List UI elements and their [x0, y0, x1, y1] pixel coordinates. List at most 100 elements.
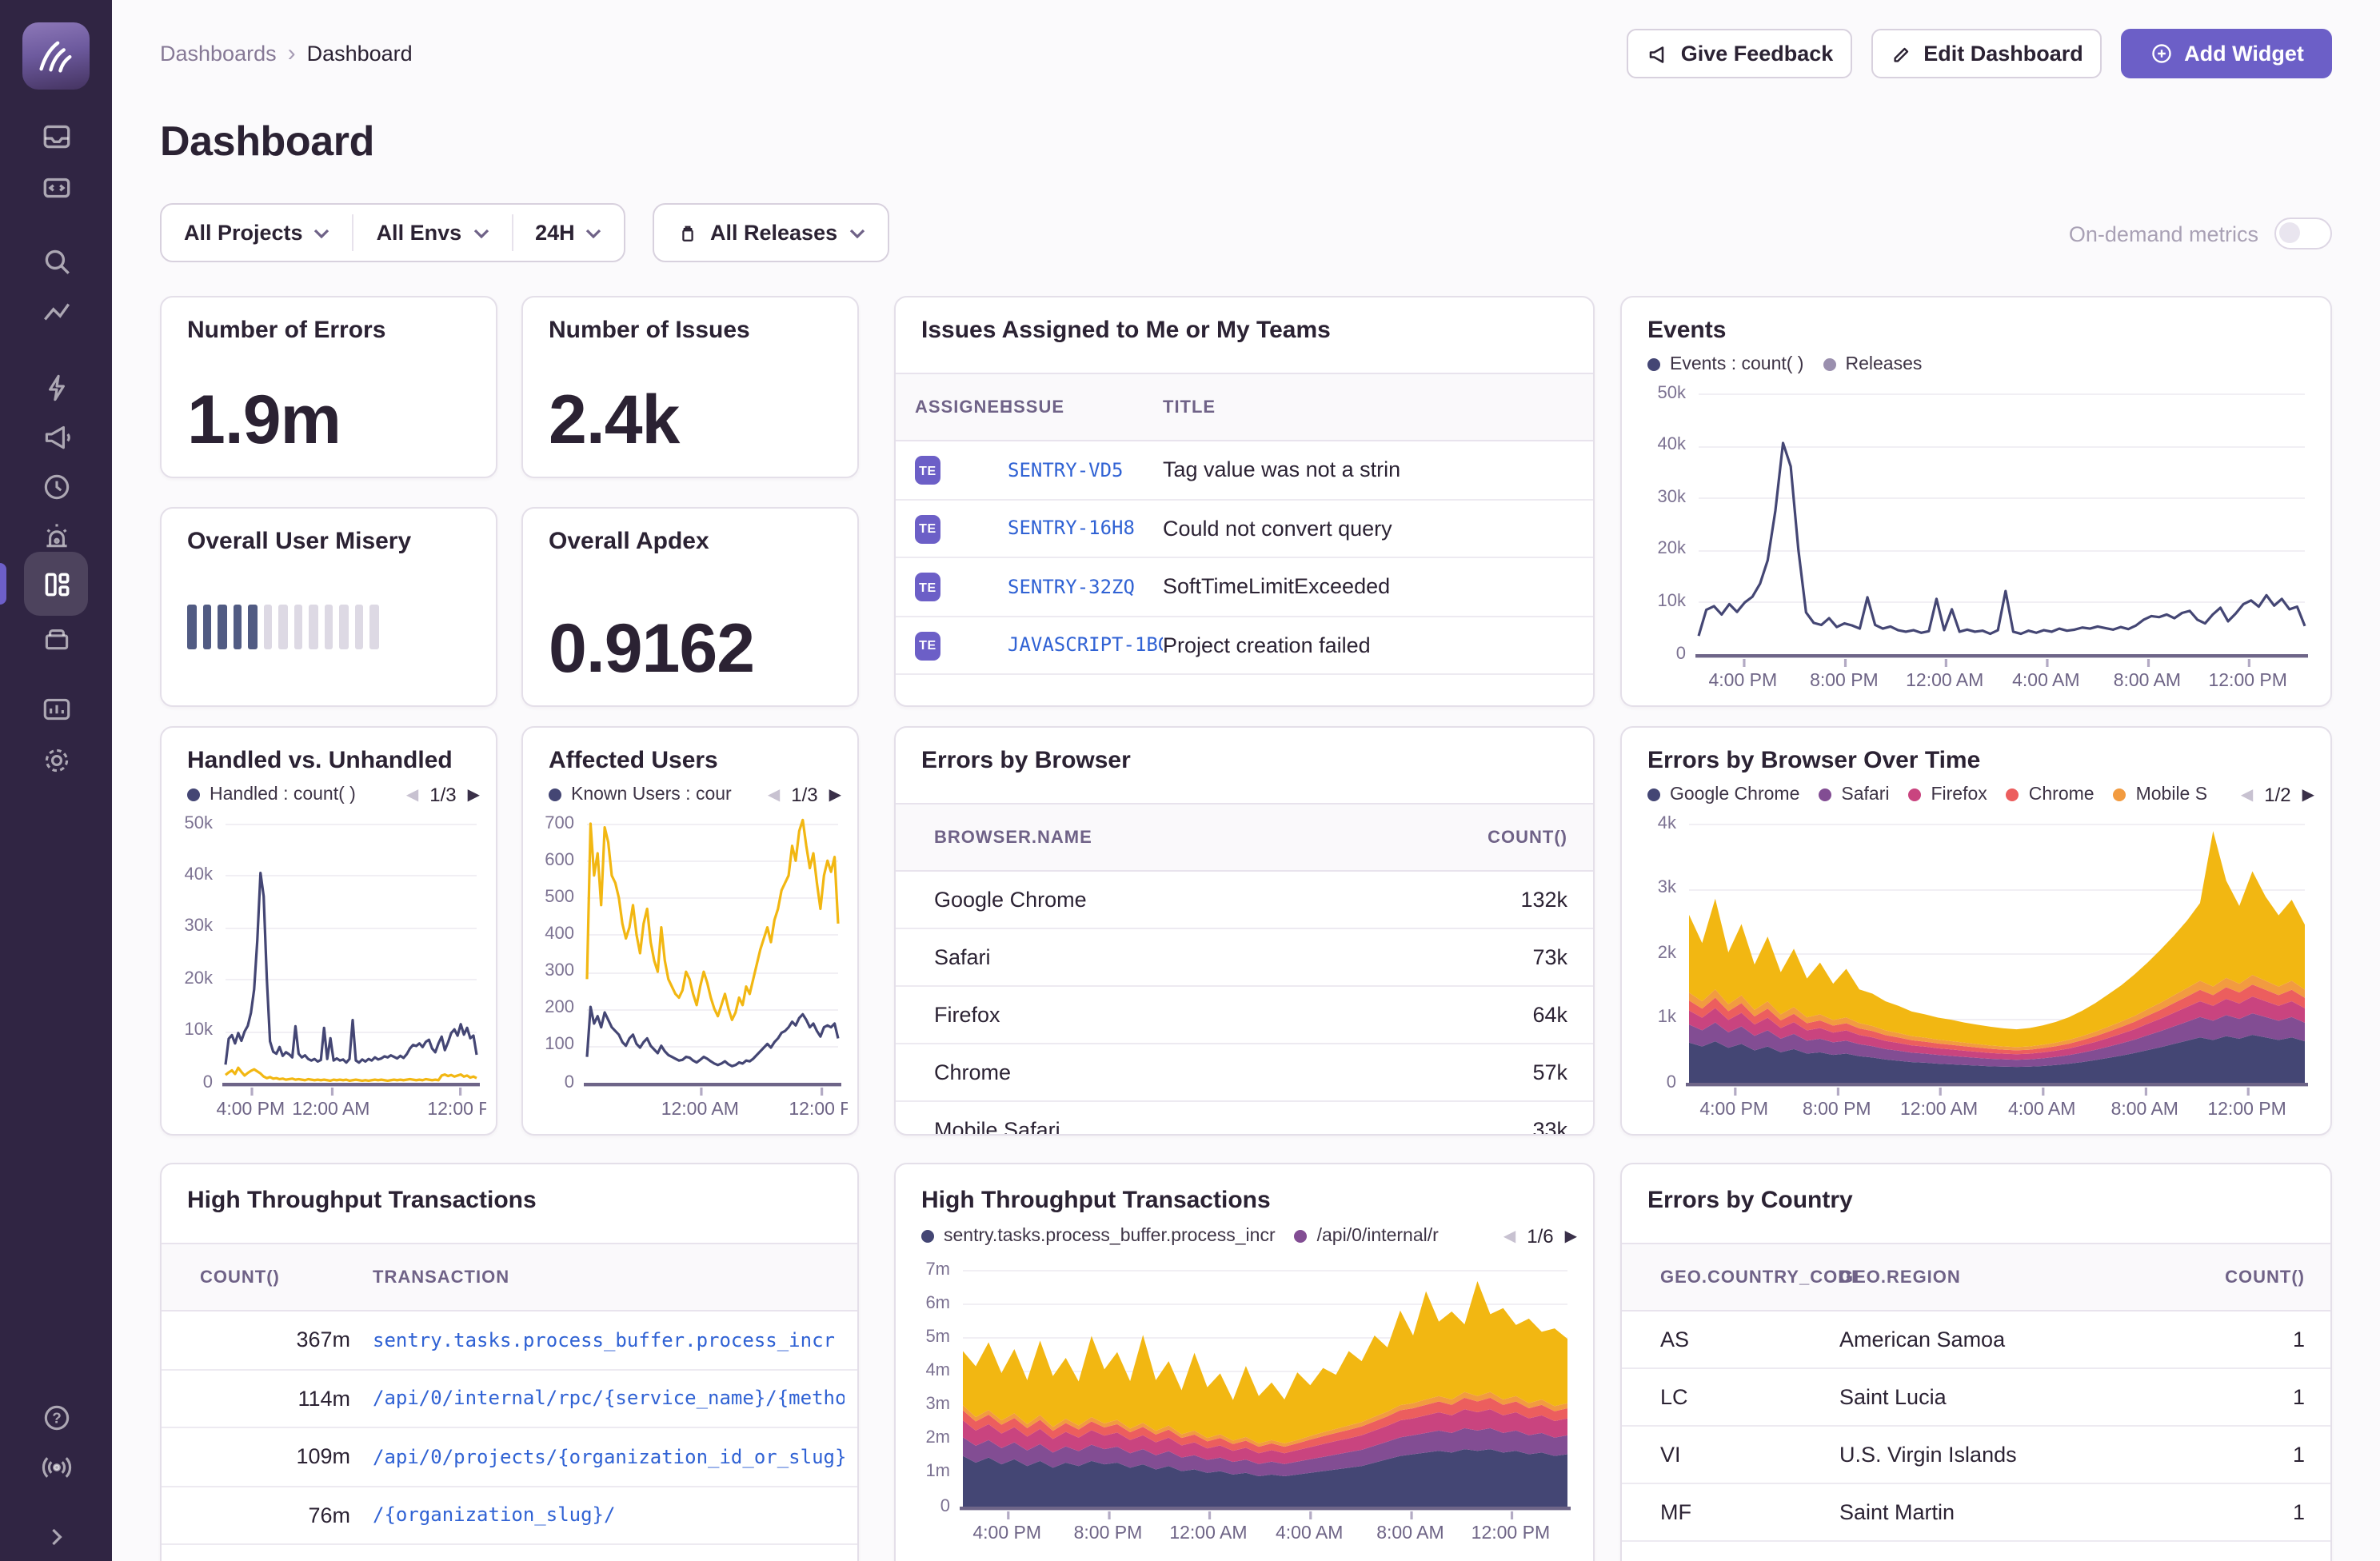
sidebar-item-releases[interactable] — [24, 605, 88, 669]
table-header: ASSIGNEE ISSUE TITLE — [896, 373, 1593, 441]
active-indicator — [0, 563, 6, 605]
legend-item[interactable]: Chrome — [2007, 785, 2094, 804]
region-name: American Samoa — [1839, 1327, 2215, 1351]
column-header-region[interactable]: GEO.REGION — [1839, 1268, 2215, 1287]
sidebar-item-traces[interactable] — [24, 280, 88, 344]
clock-rewind-icon — [39, 469, 73, 503]
environment-filter-label: All Envs — [377, 221, 462, 245]
transaction-link[interactable]: /api/0/projects/{organization_id_or_slug… — [373, 1446, 845, 1468]
pagination-next-icon[interactable]: ▶ — [829, 786, 841, 804]
environment-filter[interactable]: All Envs — [354, 205, 512, 261]
column-header-country-code[interactable]: GEO.COUNTRY_CODE — [1660, 1268, 1839, 1287]
legend-item[interactable]: Safari — [1819, 785, 1889, 804]
user-misery-score-bar — [187, 605, 378, 649]
edit-dashboard-button[interactable]: Edit Dashboard — [1871, 29, 2102, 78]
count-value: 1 — [2215, 1443, 2305, 1467]
affected-users-chart[interactable]: 010020030040050060070012:00 AM12:00 P — [533, 814, 848, 1128]
project-filter[interactable]: All Projects — [162, 205, 353, 261]
legend-label: Chrome — [2029, 785, 2094, 804]
column-header-title[interactable]: TITLE — [1163, 397, 1577, 417]
chart-legend: sentry.tasks.process_buffer.process_incr… — [921, 1227, 1491, 1246]
plus-circle-icon — [2149, 42, 2173, 66]
pagination-next-icon[interactable]: ▶ — [1565, 1228, 1577, 1245]
time-range-filter[interactable]: 24H — [513, 205, 625, 261]
widget-title: Overall User Misery — [187, 528, 473, 555]
legend-item[interactable]: Known Users : cour — [549, 785, 732, 804]
legend-item[interactable]: Google Chrome — [1647, 785, 1799, 804]
handled-chart[interactable]: 010k20k30k40k50k4:00 PM12:00 AM12:00 P — [171, 814, 486, 1128]
column-header-count[interactable]: COUNT() — [2215, 1268, 2305, 1287]
legend-dot-icon — [2007, 788, 2019, 801]
search-icon — [39, 244, 73, 277]
misery-bar-filled — [248, 605, 257, 649]
pagination-count: 1/2 — [2264, 784, 2290, 806]
errors-by-browser-chart[interactable]: 01k2k3k4k4:00 PM8:00 PM12:00 AM4:00 AM8:… — [1635, 814, 2314, 1128]
misery-bar-filled — [202, 605, 211, 649]
high-throughput-chart[interactable]: 01m2m3m4m5m6m7m4:00 PM8:00 PM12:00 AM4:0… — [908, 1260, 1577, 1551]
transaction-link[interactable]: sentry.tasks.process_buffer.process_incr — [373, 1329, 845, 1351]
table-row: Mobile Safari33k — [896, 1102, 1593, 1136]
issue-link[interactable]: SENTRY-VD5 — [1008, 459, 1163, 481]
column-header-count[interactable]: COUNT() — [1440, 828, 1567, 847]
browser-name: Safari — [934, 945, 1440, 969]
misery-bar-empty — [369, 605, 378, 649]
legend-item[interactable]: Events : count( ) — [1647, 355, 1803, 374]
legend-item[interactable]: Releases — [1823, 355, 1922, 374]
assignee-avatar[interactable]: TE — [915, 456, 940, 485]
legend-dot-icon — [1819, 788, 1831, 801]
legend-item[interactable]: Handled : count( ) — [187, 785, 356, 804]
add-widget-button[interactable]: Add Widget — [2121, 29, 2332, 78]
legend-item[interactable]: sentry.tasks.process_buffer.process_incr — [921, 1227, 1276, 1246]
widget-overall-user-misery: Overall User Misery — [160, 507, 497, 707]
pagination-prev-icon[interactable]: ◀ — [1503, 1228, 1515, 1245]
country-code: MF — [1660, 1500, 1839, 1524]
issue-link[interactable]: JAVASCRIPT-1BG2 — [1008, 634, 1163, 657]
browser-name: Chrome — [934, 1060, 1440, 1084]
assignee-avatar[interactable]: TE — [915, 631, 940, 660]
count-value: 109m — [200, 1445, 350, 1469]
misery-bar-filled — [233, 605, 242, 649]
column-header-count[interactable]: COUNT() — [200, 1268, 350, 1287]
column-header-transaction[interactable]: TRANSACTION — [373, 1268, 845, 1287]
count-value: 1 — [2215, 1500, 2305, 1524]
pagination-next-icon[interactable]: ▶ — [2302, 786, 2314, 804]
legend-label: Google Chrome — [1670, 785, 1799, 804]
pagination-prev-icon[interactable]: ◀ — [2241, 786, 2253, 804]
pagination-prev-icon[interactable]: ◀ — [768, 786, 780, 804]
column-header-assignee[interactable]: ASSIGNEE — [915, 397, 1008, 417]
sentry-logo[interactable] — [22, 22, 90, 90]
events-chart[interactable]: 010k20k30k40k50k4:00 PM8:00 PM12:00 AM4:… — [1635, 384, 2314, 699]
breadcrumb-dashboards-link[interactable]: Dashboards — [160, 42, 277, 66]
legend-label: Handled : count( ) — [210, 785, 356, 804]
legend-item[interactable]: /api/0/internal/r — [1295, 1227, 1439, 1246]
transaction-row: 114m/api/0/internal/rpc/{service_name}/{… — [162, 1370, 857, 1428]
sidebar-item-explore[interactable] — [24, 155, 88, 219]
pagination-next-icon[interactable]: ▶ — [468, 786, 480, 804]
assignee-avatar[interactable]: TE — [915, 573, 940, 601]
transaction-link[interactable]: /{organization_slug}/ — [373, 1504, 845, 1527]
sidebar-item-settings[interactable] — [24, 728, 88, 792]
widget-title: Errors by Browser — [921, 747, 1571, 774]
count-value: 1 — [2215, 1327, 2305, 1351]
legend-item[interactable]: Mobile S — [2114, 785, 2208, 804]
legend-dot-icon — [1823, 358, 1835, 371]
issue-link[interactable]: SENTRY-32ZQ — [1008, 576, 1163, 598]
assignee-avatar[interactable]: TE — [915, 514, 940, 543]
pagination-count: 1/3 — [429, 784, 456, 806]
megaphone-icon — [39, 418, 73, 452]
pagination-prev-icon[interactable]: ◀ — [406, 786, 418, 804]
issue-link[interactable]: SENTRY-16H8 — [1008, 517, 1163, 540]
count-value: 64k — [1440, 1003, 1567, 1027]
legend-item[interactable]: Firefox — [1908, 785, 1987, 804]
column-header-issue[interactable]: ISSUE — [1008, 397, 1163, 417]
sidebar-collapse-button[interactable] — [24, 1505, 88, 1561]
on-demand-metrics-toggle[interactable] — [2274, 218, 2332, 250]
browser-name: Firefox — [934, 1003, 1440, 1027]
release-filter[interactable]: All Releases — [653, 203, 889, 262]
column-header-browser-name[interactable]: BROWSER.NAME — [934, 828, 1440, 847]
chart-canvas — [171, 814, 486, 1128]
give-feedback-button[interactable]: Give Feedback — [1627, 29, 1852, 78]
legend-label: Known Users : cour — [571, 785, 732, 804]
transaction-link[interactable]: /api/0/internal/rpc/{service_name}/{meth… — [373, 1387, 845, 1410]
sidebar-item-whats-new[interactable] — [24, 1435, 88, 1499]
